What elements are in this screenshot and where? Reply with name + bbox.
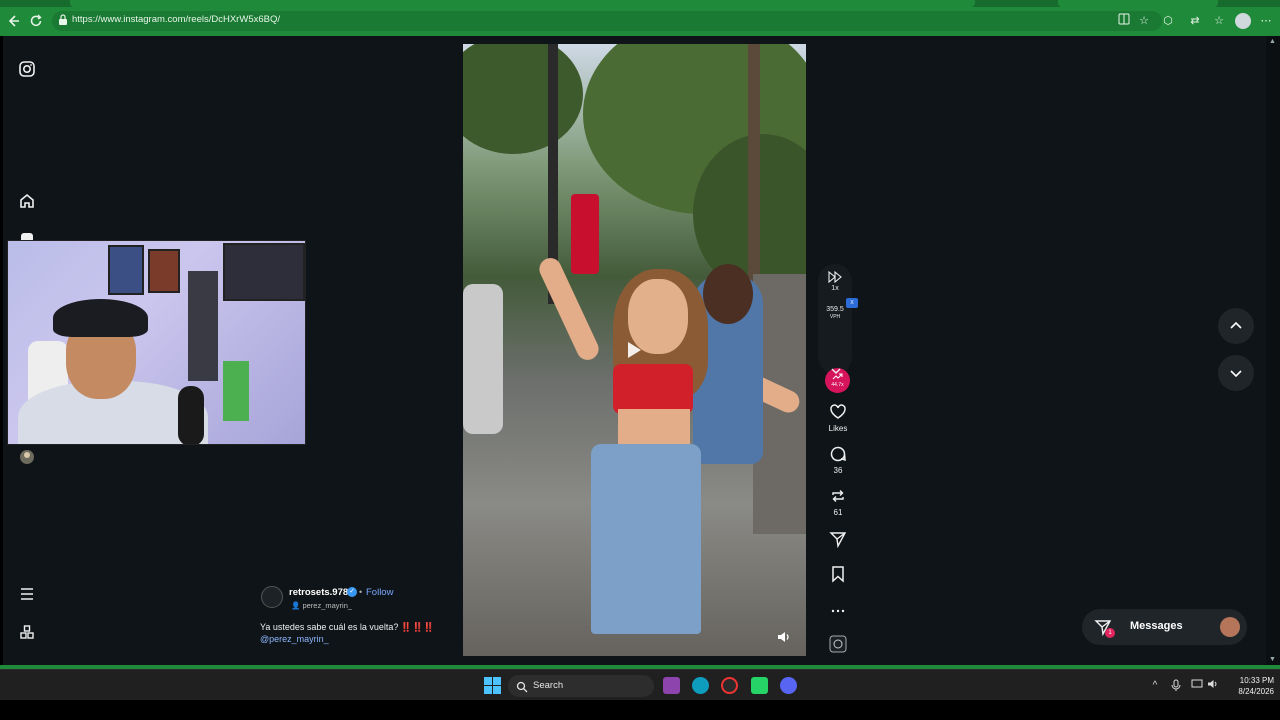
page-scrollbar[interactable]: ▲ ▼ — [1266, 36, 1280, 665]
like-heart-icon[interactable] — [829, 403, 847, 421]
instagram-logo-icon[interactable] — [18, 60, 36, 78]
split-screen-icon[interactable] — [1116, 13, 1132, 29]
figure-toy — [223, 361, 249, 421]
search-icon — [516, 680, 528, 693]
browser-toolbar: https://www.instagram.com/reels/DcHXrW5x… — [0, 0, 1280, 36]
trend-value: 44.7x — [831, 382, 844, 388]
extensions-icon[interactable]: ⬡ — [1160, 13, 1176, 29]
caption-mention[interactable]: @perez_mayrin_ — [260, 634, 329, 644]
views-unit: VPH — [829, 314, 841, 320]
reposts-count[interactable]: 61 — [818, 508, 858, 517]
app-icon[interactable] — [663, 677, 680, 694]
more-apps-icon[interactable] — [18, 623, 36, 641]
chevron-down-icon[interactable] — [829, 364, 843, 378]
author-avatar[interactable] — [261, 586, 283, 608]
sync-icon[interactable]: ⇄ — [1187, 13, 1203, 29]
address-bar[interactable]: https://www.instagram.com/reels/DcHXrW5x… — [52, 11, 1162, 31]
repost-icon[interactable] — [829, 487, 847, 505]
webcam-overlay — [7, 240, 306, 445]
ripped-jeans — [591, 444, 701, 634]
speed-label[interactable]: 1x — [818, 285, 852, 292]
shelf — [188, 271, 218, 381]
messages-label[interactable]: Messages — [1130, 620, 1183, 632]
red-top — [613, 364, 693, 414]
audio-thumbnail-icon[interactable] — [829, 635, 847, 653]
more-options-icon[interactable] — [829, 602, 847, 620]
profile-avatar[interactable] — [1235, 13, 1251, 29]
volume-tray-icon[interactable] — [1206, 679, 1220, 693]
collaborator-row[interactable]: 👤 perez_mayrin_ — [291, 601, 352, 610]
red-cup — [571, 194, 599, 274]
tray-overflow-icon[interactable]: ^ — [1148, 679, 1162, 693]
profile-thumb-icon[interactable] — [18, 448, 36, 466]
tab-strip — [0, 0, 1280, 7]
home-icon[interactable] — [18, 192, 36, 210]
person-icon: 👤 — [291, 601, 303, 610]
url-text[interactable]: https://www.instagram.com/reels/DcHXrW5x… — [72, 14, 280, 25]
fast-forward-icon[interactable] — [828, 270, 842, 284]
views-value: 359.5 — [826, 306, 844, 313]
contact-avatar[interactable] — [1220, 617, 1240, 637]
play-icon[interactable] — [626, 341, 642, 359]
more-menu-icon[interactable]: ⋯ — [1258, 13, 1274, 29]
comments-count[interactable]: 36 — [818, 466, 858, 475]
follow-button[interactable]: Follow — [366, 587, 393, 598]
menu-icon[interactable] — [18, 585, 36, 603]
verified-icon: ✓ — [347, 587, 357, 597]
windows-taskbar: Search ^ 10:33 PM 8/24/2026 — [0, 669, 1280, 700]
bystander — [463, 284, 503, 434]
share-send-icon[interactable] — [829, 530, 847, 549]
refresh-icon[interactable] — [27, 12, 45, 30]
next-reel-button[interactable] — [1218, 355, 1254, 391]
microphone — [178, 386, 204, 444]
whatsapp-icon[interactable] — [751, 677, 768, 694]
scroll-down-icon[interactable]: ▼ — [1269, 656, 1277, 663]
wall-poster — [223, 243, 305, 301]
previous-reel-button[interactable] — [1218, 308, 1254, 344]
messages-button[interactable]: 1 Messages — [1082, 609, 1247, 645]
back-icon[interactable] — [4, 12, 22, 30]
favorite-star-icon[interactable]: ☆ — [1136, 13, 1152, 29]
network-icon[interactable] — [1190, 679, 1204, 693]
wall-poster — [108, 245, 144, 295]
instagram-page: X 1x 359.5 VPH 44.7x Likes 36 61 retrose… — [3, 36, 1266, 665]
unread-badge: 1 — [1105, 628, 1115, 638]
comment-icon[interactable] — [829, 445, 847, 463]
friend-hair — [703, 264, 753, 324]
browser-tab[interactable] — [1058, 0, 1218, 7]
wall-poster — [148, 249, 180, 293]
tree-foliage — [463, 44, 583, 154]
taskbar-search[interactable]: Search — [508, 675, 654, 697]
discord-icon[interactable] — [780, 677, 797, 694]
browser-tab-active[interactable] — [70, 0, 975, 7]
app-icon[interactable] — [721, 677, 738, 694]
scroll-up-icon[interactable]: ▲ — [1269, 38, 1277, 45]
clock-time: 10:33 PM — [1239, 676, 1274, 685]
system-clock[interactable]: 10:33 PM 8/24/2026 — [1222, 675, 1274, 697]
author-name[interactable]: retrosets.978 — [289, 587, 348, 598]
edge-browser-icon[interactable] — [692, 677, 709, 694]
favorites-icon[interactable]: ☆ — [1211, 13, 1227, 29]
microphone-icon[interactable] — [1169, 679, 1183, 693]
save-bookmark-icon[interactable] — [829, 565, 847, 583]
reel-video[interactable] — [463, 44, 806, 656]
separator: • — [359, 587, 363, 597]
clock-date: 8/24/2026 — [1238, 687, 1274, 696]
lock-icon — [58, 14, 70, 28]
screen-bottom — [0, 700, 1280, 720]
windows-start-icon[interactable] — [484, 677, 501, 694]
tree-trunk — [748, 44, 760, 284]
likes-label[interactable]: Likes — [818, 424, 858, 433]
collaborator-name[interactable]: perez_mayrin_ — [302, 601, 352, 610]
streamer-cap — [53, 299, 148, 337]
search-label: Search — [533, 680, 564, 691]
caption-text: Ya ustedes sabe cuál es la vuelta? ‼️‼️‼… — [260, 622, 435, 632]
volume-icon[interactable] — [777, 630, 791, 644]
